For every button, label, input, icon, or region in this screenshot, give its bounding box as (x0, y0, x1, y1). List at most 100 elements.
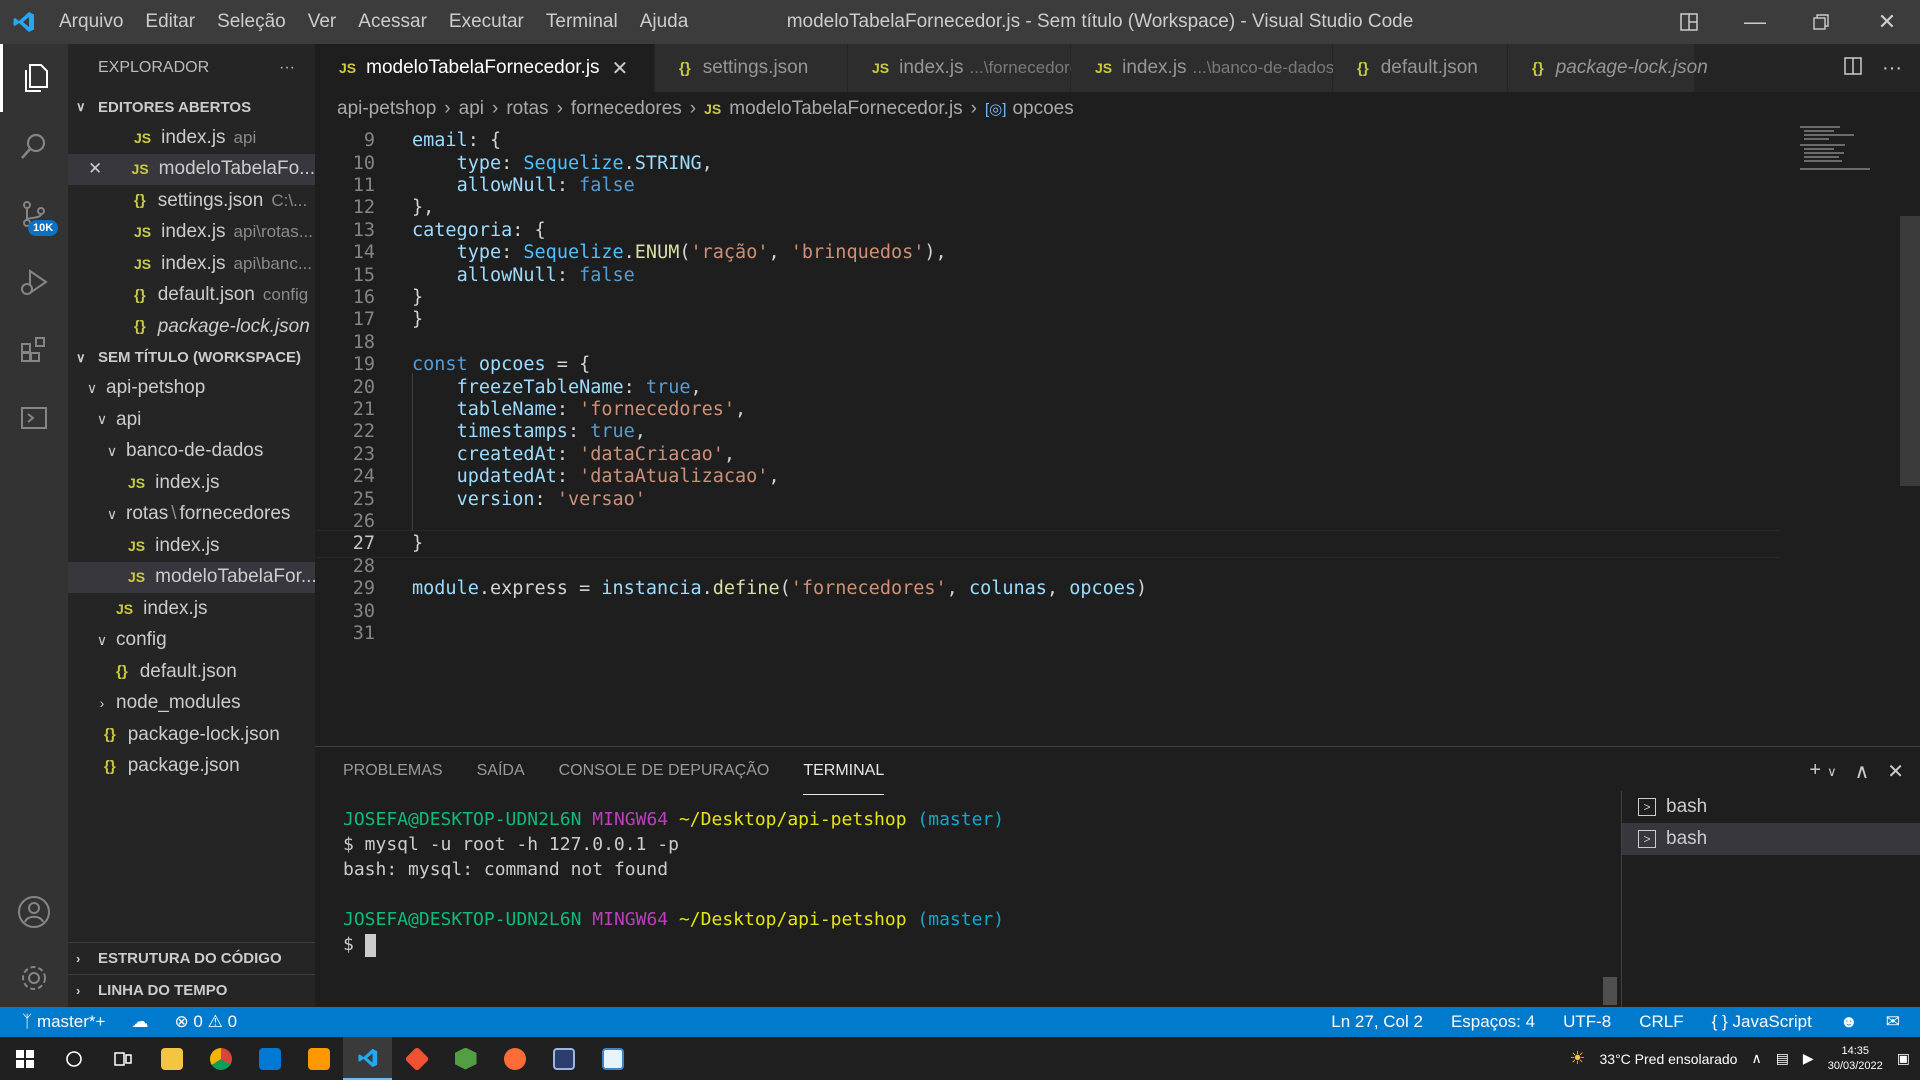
code-editor[interactable]: 9 email: {10 type: Sequelize.STRING, 11 al… (315, 126, 1920, 746)
sync-icon[interactable]: ☁ (131, 1012, 148, 1032)
tab-index-banco-de-dados[interactable]: JS index.js ...\banco-de-dados (1071, 44, 1334, 92)
vscode-app-icon[interactable] (343, 1037, 392, 1080)
menu-editar[interactable]: Editar (134, 0, 206, 44)
run-debug-icon[interactable] (0, 248, 68, 316)
settings-gear-icon[interactable] (0, 944, 68, 1012)
search-taskbar-icon[interactable] (49, 1037, 98, 1080)
open-editor-item[interactable]: {} package-lock.json (68, 311, 315, 343)
split-editor-icon[interactable] (1844, 56, 1862, 80)
terminal-instance[interactable]: > bash (1622, 791, 1920, 823)
tree-folder-api[interactable]: ∨ api (68, 404, 315, 436)
indentation[interactable]: Espaços: 4 (1451, 1012, 1535, 1032)
tree-file[interactable]: {} default.json (68, 656, 315, 688)
windows-start-icon[interactable] (0, 1037, 49, 1080)
tab-output[interactable]: SAÍDA (477, 748, 525, 794)
menu-ver[interactable]: Ver (297, 0, 348, 44)
explorer-icon[interactable] (0, 44, 68, 112)
minimap[interactable] (1796, 126, 1906, 186)
tree-file[interactable]: JS index.js (68, 467, 315, 499)
breadcrumb-item[interactable]: api (459, 98, 484, 120)
workspace-section[interactable]: ∨ SEM TÍTULO (WORKSPACE) (68, 343, 315, 373)
volume-icon[interactable]: ▶ (1803, 1050, 1814, 1067)
end-of-line[interactable]: CRLF (1639, 1012, 1683, 1032)
outline-section[interactable]: › ESTRUTURA DO CÓDIGO (68, 943, 315, 974)
tree-folder-rotas-fornecedores[interactable]: ∨ rotas \ fornecedores (68, 499, 315, 531)
task-view-icon[interactable] (98, 1037, 147, 1080)
menu-selecao[interactable]: Seleção (206, 0, 297, 44)
visual-studio-app-icon[interactable] (539, 1037, 588, 1080)
clock[interactable]: 14:35 30/03/2022 (1828, 1044, 1883, 1074)
open-editor-item[interactable]: JS index.js api\banc... (68, 248, 315, 280)
chevron-down-icon[interactable]: ∨ (1827, 764, 1837, 784)
tab-settings-json[interactable]: {} settings.json (655, 44, 848, 92)
tab-modelo-tabela-fornecedor[interactable]: JS modeloTabelaFornecedor.js ✕ (315, 44, 655, 92)
open-editor-item[interactable]: JS index.js api\rotas... (68, 217, 315, 249)
source-control-icon[interactable]: 10K (0, 180, 68, 248)
sublime-app-icon[interactable] (294, 1037, 343, 1080)
tree-file[interactable]: JS index.js (68, 530, 315, 562)
open-editors-section[interactable]: ∨ EDITORES ABERTOS (68, 92, 315, 122)
node-app-icon[interactable] (441, 1037, 490, 1080)
tab-default-json[interactable]: {} default.json (1333, 44, 1508, 92)
tree-file[interactable]: {} package.json (68, 751, 315, 783)
weather-icon[interactable]: ☀ (1569, 1048, 1585, 1069)
tab-index-fornecedores[interactable]: JS index.js ...\fornecedores (848, 44, 1088, 92)
branch-status[interactable]: ᛉ master*+ (22, 1012, 105, 1032)
close-editor-icon[interactable]: ✕ (88, 159, 132, 179)
feedback-icon[interactable]: ☻ (1840, 1012, 1858, 1032)
editor-scrollbar[interactable] (1900, 216, 1920, 486)
menu-arquivo[interactable]: Arquivo (48, 0, 134, 44)
close-panel-icon[interactable]: ✕ (1887, 759, 1904, 784)
tab-problems[interactable]: PROBLEMAS (343, 748, 443, 794)
menu-acessar[interactable]: Acessar (347, 0, 438, 44)
minimize-button[interactable]: — (1722, 0, 1788, 44)
terminal-scrollbar[interactable] (1603, 977, 1617, 1005)
tree-file[interactable]: JS index.js (68, 593, 315, 625)
restore-button[interactable] (1788, 0, 1854, 44)
terminal-instance-active[interactable]: > bash (1622, 823, 1920, 855)
tree-folder-banco-de-dados[interactable]: ∨ banco-de-dados (68, 436, 315, 468)
open-editor-item[interactable]: {} default.json config (68, 280, 315, 312)
open-editor-item-active[interactable]: ✕ JS modeloTabelaFo... (68, 153, 315, 185)
more-actions-icon[interactable]: ··· (279, 59, 295, 77)
notification-center-icon[interactable]: ▣ (1897, 1050, 1910, 1067)
chrome-app-icon[interactable] (196, 1037, 245, 1080)
tab-package-lock-json[interactable]: {} package-lock.json (1508, 44, 1708, 92)
tree-file-selected[interactable]: JS modeloTabelaFor... (68, 561, 315, 593)
tab-debug-console[interactable]: CONSOLE DE DEPURAÇÃO (559, 748, 770, 794)
chevron-up-icon[interactable]: ∧ (1751, 1050, 1761, 1067)
close-tab-icon[interactable]: ✕ (612, 56, 629, 81)
app-icon[interactable] (588, 1037, 637, 1080)
timeline-section[interactable]: › LINHA DO TEMPO (68, 974, 315, 1005)
file-explorer-app-icon[interactable] (147, 1037, 196, 1080)
menu-ajuda[interactable]: Ajuda (629, 0, 700, 44)
store-app-icon[interactable] (245, 1037, 294, 1080)
new-terminal-icon[interactable]: + (1809, 759, 1821, 784)
menu-terminal[interactable]: Terminal (535, 0, 629, 44)
weather-text[interactable]: 33°C Pred ensolarado (1600, 1051, 1738, 1067)
more-actions-icon[interactable]: ··· (1882, 57, 1902, 80)
breadcrumb-item[interactable]: fornecedores (571, 98, 682, 120)
cursor-position[interactable]: Ln 27, Col 2 (1331, 1012, 1423, 1032)
network-icon[interactable]: ▤ (1776, 1050, 1789, 1067)
extensions-icon[interactable] (0, 316, 68, 384)
encoding[interactable]: UTF-8 (1563, 1012, 1611, 1032)
layout-icon[interactable] (1656, 0, 1722, 44)
breadcrumb-item[interactable]: modeloTabelaFornecedor.js (729, 98, 962, 120)
postman-app-icon[interactable] (490, 1037, 539, 1080)
terminal-output[interactable]: JOSEFA@DESKTOP-UDN2L6N MINGW64 ~/Desktop… (343, 807, 1004, 957)
remote-explorer-icon[interactable] (0, 384, 68, 452)
accounts-icon[interactable] (0, 878, 68, 946)
tree-folder-api-petshop[interactable]: ∨ api-petshop (68, 373, 315, 405)
tree-folder-config[interactable]: ∨ config (68, 625, 315, 657)
problems-status[interactable]: ⊗ 0 ⚠ 0 (174, 1012, 237, 1032)
tab-terminal[interactable]: TERMINAL (803, 748, 885, 795)
open-editor-item[interactable]: JS index.js api (68, 122, 315, 154)
git-app-icon[interactable] (392, 1037, 441, 1080)
breadcrumb-item[interactable]: api-petshop (337, 98, 436, 120)
language-mode[interactable]: { } JavaScript (1712, 1012, 1812, 1032)
breadcrumb-item[interactable]: rotas (506, 98, 548, 120)
tree-folder-node-modules[interactable]: › node_modules (68, 688, 315, 720)
menu-executar[interactable]: Executar (438, 0, 535, 44)
search-icon[interactable] (0, 112, 68, 180)
